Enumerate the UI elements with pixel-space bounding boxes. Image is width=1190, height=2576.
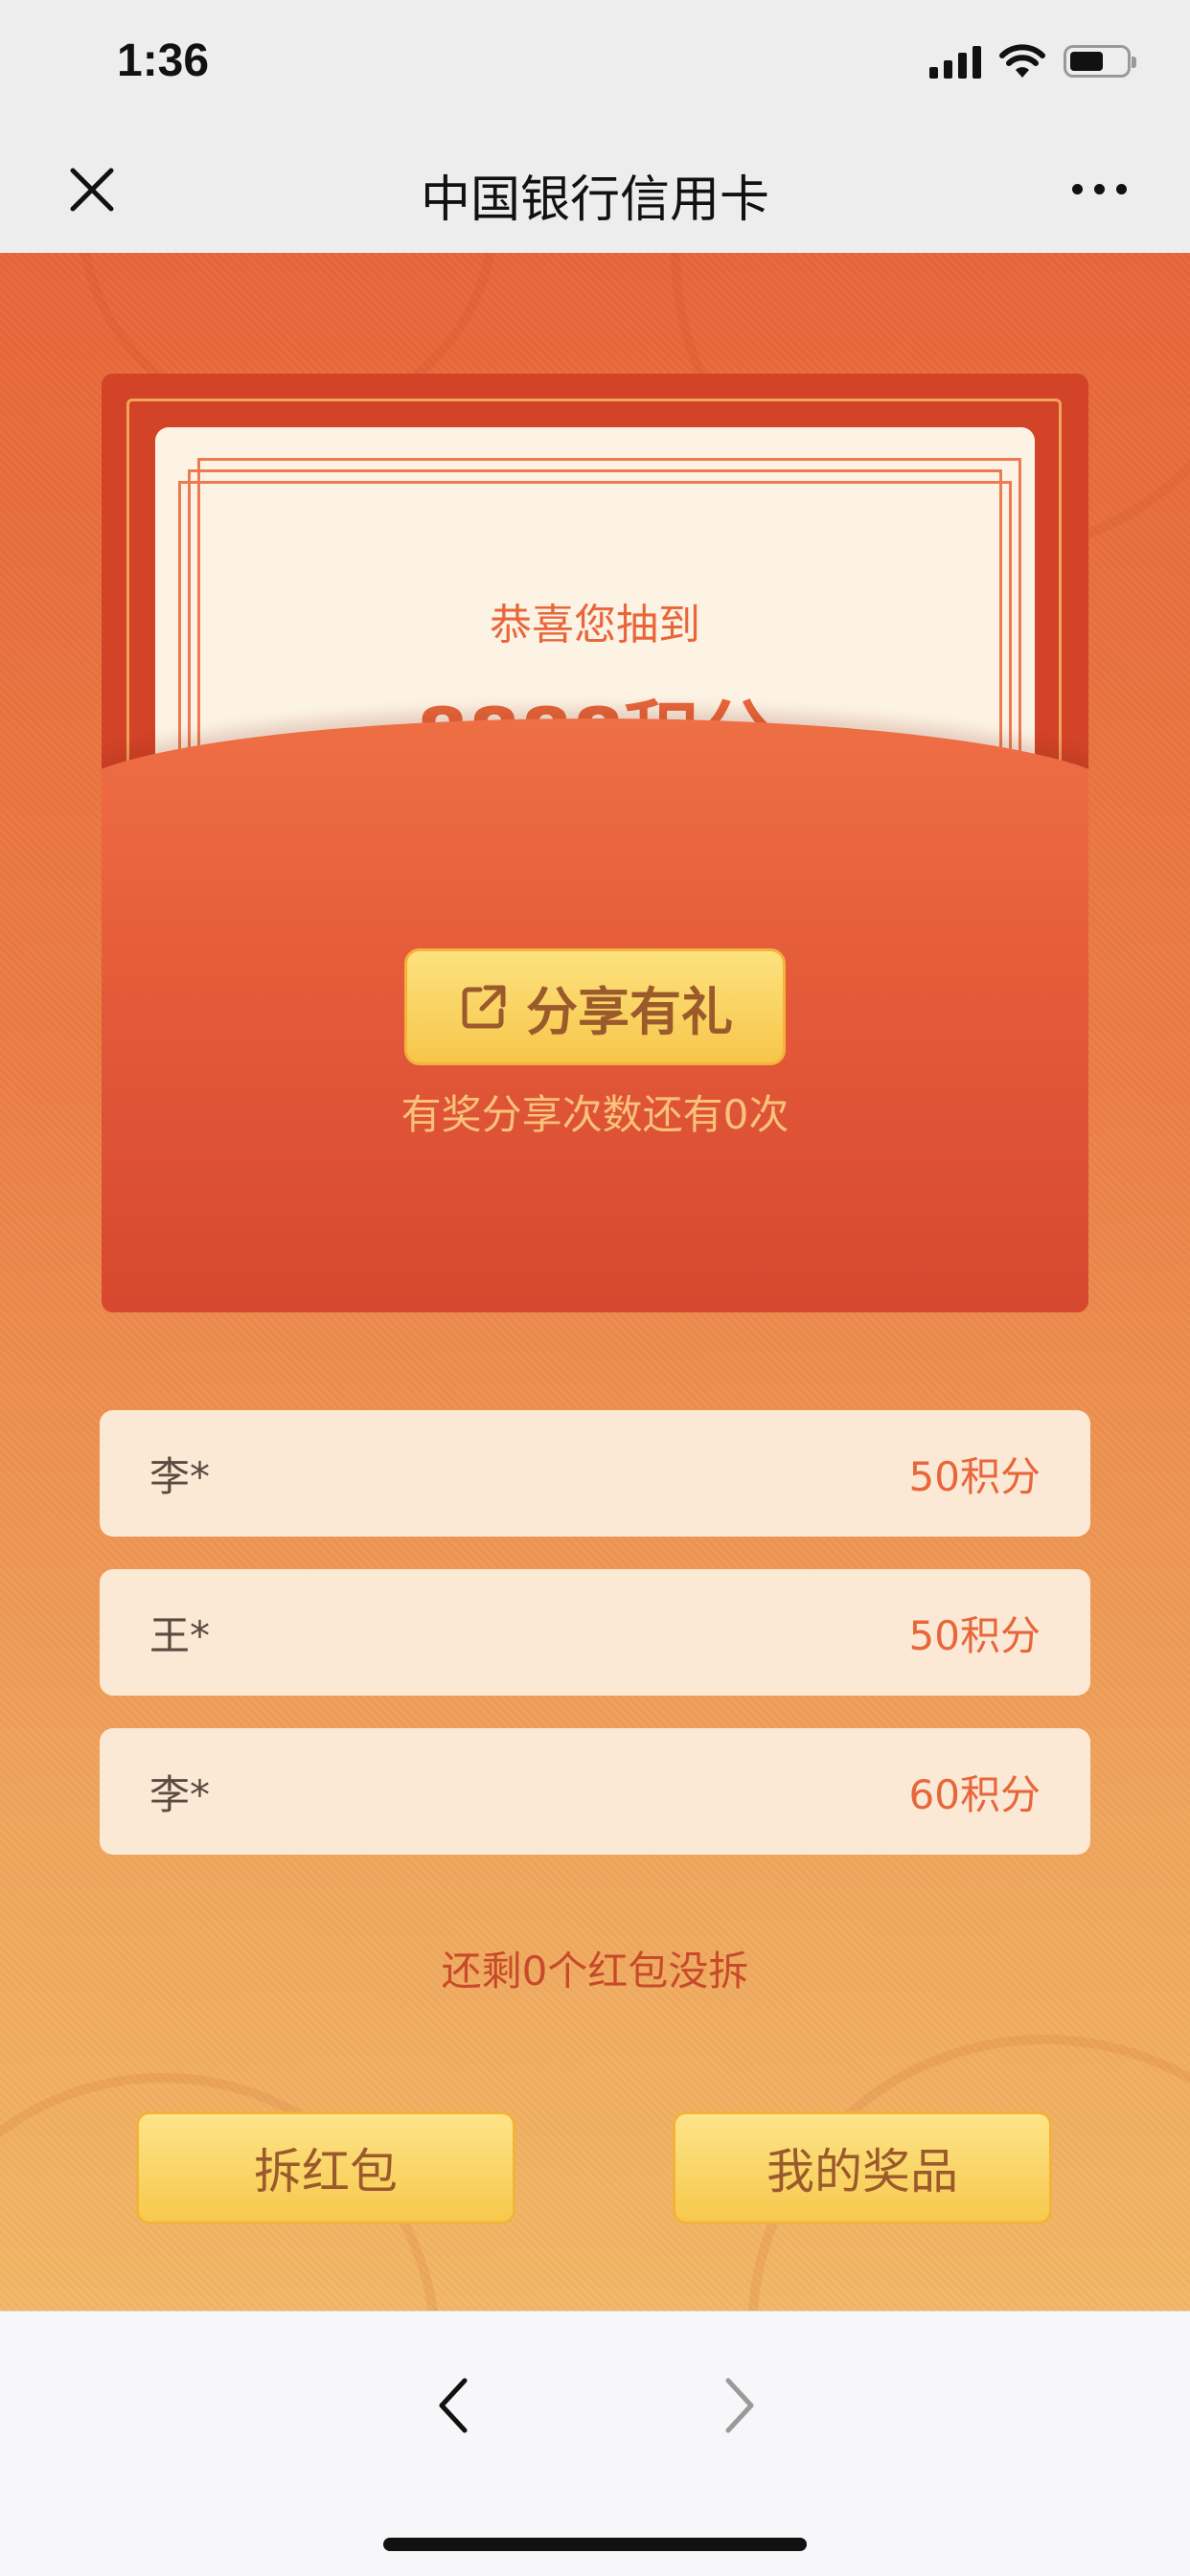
status-time: 1:36 (117, 35, 210, 86)
share-icon (462, 985, 506, 1029)
record-name: 李* (149, 1770, 211, 1818)
red-envelope: 恭喜您抽到 8888积分 分享有礼 有奖分享次数还有0次 (102, 374, 1088, 1312)
record-value: 60积分 (908, 1770, 1041, 1818)
list-item: 李* 60积分 (100, 1728, 1090, 1855)
share-button-label: 分享有礼 (526, 981, 733, 1042)
remaining-envelopes-text: 还剩0个红包没拆 (441, 1948, 749, 1995)
wifi-icon (999, 44, 1045, 78)
congrats-text: 恭喜您抽到 (490, 601, 700, 650)
back-arrow-icon[interactable] (426, 2369, 484, 2442)
list-item: 王* 50积分 (100, 1569, 1090, 1696)
share-remaining-text: 有奖分享次数还有0次 (400, 1091, 790, 1138)
battery-icon (1064, 45, 1136, 78)
browser-toolbar (0, 2311, 1190, 2576)
record-value: 50积分 (908, 1452, 1041, 1500)
my-prizes-button[interactable]: 我的奖品 (673, 2111, 1052, 2224)
forward-arrow-icon[interactable] (709, 2369, 767, 2442)
record-value: 50积分 (908, 1611, 1041, 1659)
main-content: 恭喜您抽到 8888积分 分享有礼 有奖分享次数还有0次 李* 50积分 王* … (0, 253, 1190, 2311)
list-item: 李* 50积分 (100, 1410, 1090, 1537)
record-name: 李* (149, 1452, 211, 1500)
status-icons (929, 42, 1136, 80)
home-indicator (383, 2538, 807, 2551)
page-title: 中国银行信用卡 (420, 171, 769, 229)
status-bar: 1:36 (0, 0, 1190, 126)
share-button[interactable]: 分享有礼 (404, 948, 786, 1065)
more-icon[interactable] (1072, 184, 1127, 194)
open-envelope-button[interactable]: 拆红包 (136, 2111, 515, 2224)
prize-record-list: 李* 50积分 王* 50积分 李* 60积分 (100, 1410, 1090, 1887)
cellular-signal-icon (929, 44, 981, 79)
nav-bar: 中国银行信用卡 (0, 126, 1190, 253)
record-name: 王* (149, 1611, 211, 1659)
